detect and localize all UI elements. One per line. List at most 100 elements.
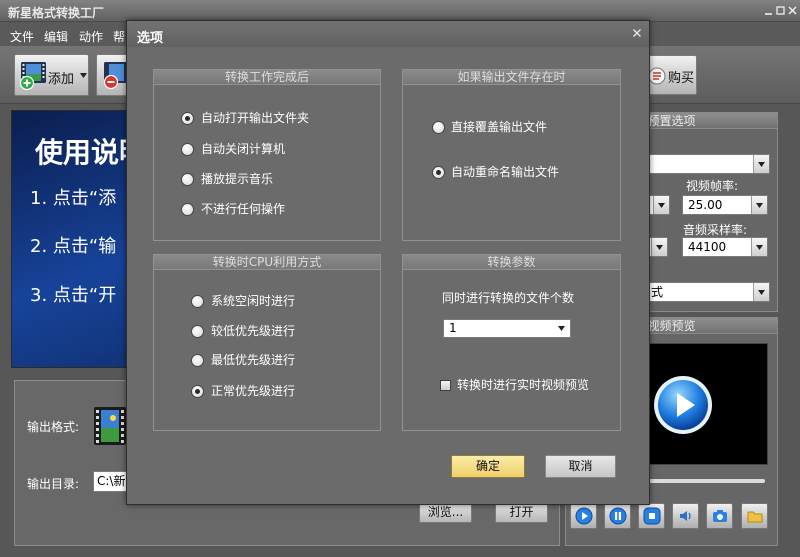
- radio-auto-rename[interactable]: 自动重命名输出文件: [432, 165, 559, 179]
- volume-button[interactable]: [672, 503, 699, 529]
- dropdown-arrow[interactable]: [653, 196, 669, 214]
- guide-step: 3. 点击“开: [30, 285, 117, 306]
- radio-label: 自动重命名输出文件: [451, 165, 560, 179]
- radio-button[interactable]: [181, 172, 194, 186]
- stop-icon: [643, 507, 660, 525]
- menu-action[interactable]: 动作: [79, 28, 103, 45]
- radio-button[interactable]: [181, 142, 194, 156]
- radio-button[interactable]: [432, 165, 445, 179]
- group-title: 转换时CPU利用方式: [154, 255, 380, 270]
- chevron-down-icon[interactable]: [558, 326, 565, 331]
- volume-icon: [679, 511, 691, 521]
- chevron-down-icon[interactable]: [80, 73, 87, 78]
- dropdown-arrow[interactable]: [651, 238, 667, 256]
- chevron-down-icon: [658, 202, 665, 208]
- concurrent-files-select[interactable]: 1: [443, 319, 571, 338]
- radio-label: 较低优先级进行: [211, 324, 296, 338]
- add-button-label: 添加: [48, 72, 75, 87]
- radio-button[interactable]: [191, 324, 204, 338]
- chevron-down-icon: [756, 244, 763, 250]
- group-if-output-exists: 如果输出文件存在时 直接覆盖输出文件 自动重命名输出文件: [402, 69, 621, 241]
- radio-do-nothing[interactable]: 不进行任何操作: [181, 202, 285, 216]
- format-select[interactable]: 式: [640, 282, 770, 302]
- pause-icon: [609, 507, 626, 525]
- play-icon: [575, 507, 592, 525]
- radio-label: 最低优先级进行: [211, 353, 296, 367]
- samplerate-label: 音频采样率:: [683, 223, 748, 237]
- checkbox[interactable]: [440, 379, 451, 391]
- minimize-icon[interactable]: [763, 5, 774, 16]
- framerate-select[interactable]: 25.00: [682, 195, 768, 215]
- radio-auto-open-folder[interactable]: 自动打开输出文件夹: [181, 111, 309, 125]
- pause-button[interactable]: [604, 503, 631, 529]
- close-icon[interactable]: [787, 5, 798, 16]
- radio-button[interactable]: [181, 111, 194, 125]
- radio-idle-priority[interactable]: 系统空闲时进行: [191, 294, 295, 308]
- cancel-button[interactable]: 取消: [545, 455, 616, 478]
- concurrent-files-label: 同时进行转换的文件个数: [442, 291, 575, 305]
- radio-button[interactable]: [191, 294, 204, 308]
- title-bar: 新星格式转换工厂: [0, 0, 800, 22]
- buy-button[interactable]: 购买: [642, 55, 697, 95]
- radio-button[interactable]: [181, 202, 194, 216]
- film-add-icon: [19, 62, 46, 91]
- maximize-icon[interactable]: [775, 5, 786, 16]
- browse-button[interactable]: 浏览...: [419, 502, 472, 523]
- play-icon[interactable]: [652, 374, 714, 436]
- stop-button[interactable]: [638, 503, 665, 529]
- radio-play-sound[interactable]: 播放提示音乐: [181, 172, 273, 186]
- buy-icon: [648, 67, 666, 85]
- dropdown-arrow[interactable]: [751, 238, 767, 256]
- radio-label: 直接覆盖输出文件: [451, 120, 548, 134]
- chevron-down-icon: [656, 244, 663, 250]
- checkbox-realtime-preview[interactable]: 转换时进行实时视频预览: [440, 378, 589, 392]
- samplerate-value: 44100: [688, 240, 727, 254]
- dropdown-arrow[interactable]: [753, 283, 769, 301]
- radio-auto-shutdown[interactable]: 自动关闭计算机: [181, 142, 285, 156]
- radio-overwrite[interactable]: 直接覆盖输出文件: [432, 120, 547, 134]
- close-icon[interactable]: [632, 28, 642, 38]
- app-title: 新星格式转换工厂: [8, 6, 105, 20]
- radio-label: 正常优先级进行: [211, 384, 296, 398]
- radio-button[interactable]: [191, 353, 204, 367]
- folder-icon: [747, 511, 762, 523]
- group-conversion-params: 转换参数 同时进行转换的文件个数 1 转换时进行实时视频预览: [402, 254, 621, 431]
- add-button[interactable]: 添加: [14, 54, 89, 96]
- output-format-film-icon[interactable]: [93, 406, 127, 446]
- chevron-down-icon: [756, 202, 763, 208]
- ok-button[interactable]: 确定: [451, 455, 525, 478]
- group-after-conversion: 转换工作完成后 自动打开输出文件夹 自动关闭计算机 播放提示音乐 不进行任何操作: [153, 69, 381, 241]
- dropdown-arrow[interactable]: [753, 155, 769, 173]
- camera-icon: [712, 510, 727, 522]
- format-value: 式: [651, 285, 664, 299]
- checkbox-label: 转换时进行实时视频预览: [457, 378, 590, 392]
- dialog-title-bar[interactable]: 选项: [127, 21, 649, 47]
- menu-help[interactable]: 帮: [113, 28, 125, 45]
- chevron-down-icon: [758, 289, 765, 295]
- radio-lowest-priority[interactable]: 最低优先级进行: [191, 353, 295, 367]
- radio-label: 自动关闭计算机: [201, 142, 286, 156]
- dialog-title: 选项: [137, 31, 164, 46]
- output-dir-label: 输出目录:: [27, 477, 80, 491]
- concurrent-files-value: 1: [449, 321, 457, 335]
- open-button[interactable]: 打开: [495, 502, 548, 523]
- open-folder-button[interactable]: [741, 503, 768, 529]
- samplerate-select[interactable]: 44100: [682, 237, 768, 257]
- radio-button[interactable]: [432, 120, 445, 134]
- snapshot-button[interactable]: [706, 503, 733, 529]
- dropdown-arrow[interactable]: [751, 196, 767, 214]
- radio-button[interactable]: [191, 384, 204, 398]
- menu-file[interactable]: 文件: [10, 28, 34, 45]
- menu-edit[interactable]: 编辑: [44, 28, 68, 45]
- radio-label: 自动打开输出文件夹: [201, 111, 310, 125]
- group-title: 转换工作完成后: [154, 70, 380, 85]
- buy-button-label: 购买: [668, 71, 695, 86]
- group-cpu-usage: 转换时CPU利用方式 系统空闲时进行 较低优先级进行 最低优先级进行 正常优先级…: [153, 254, 381, 431]
- radio-normal-priority[interactable]: 正常优先级进行: [191, 384, 295, 398]
- radio-label: 系统空闲时进行: [211, 294, 296, 308]
- options-dialog: 选项 转换工作完成后 自动打开输出文件夹 自动关闭计算机 播放提示音乐 不进行任…: [126, 20, 650, 505]
- radio-low-priority[interactable]: 较低优先级进行: [191, 324, 295, 338]
- group-title: 如果输出文件存在时: [403, 70, 620, 85]
- play-button[interactable]: [570, 503, 597, 529]
- radio-label: 不进行任何操作: [201, 202, 286, 216]
